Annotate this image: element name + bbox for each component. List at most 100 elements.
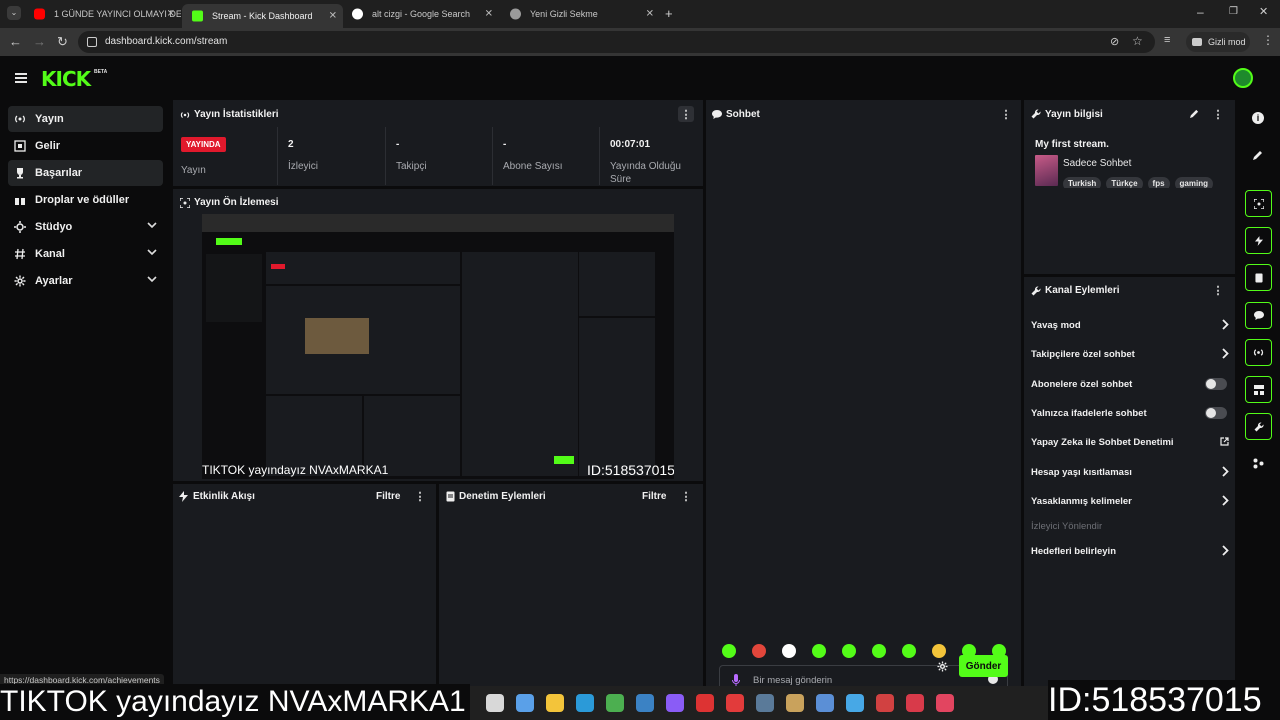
edit-pencil-icon[interactable] bbox=[1253, 150, 1263, 160]
stream-preview-video[interactable]: TIKTOK yayındayız NVAxMARKA1 ID:51853701… bbox=[202, 214, 674, 479]
rail-broadcast-button[interactable] bbox=[1245, 339, 1272, 366]
app-icon[interactable] bbox=[726, 694, 744, 712]
tag[interactable]: fps bbox=[1147, 177, 1170, 188]
rail-stream-info-button[interactable] bbox=[1245, 376, 1272, 403]
emote-icon[interactable] bbox=[752, 644, 766, 658]
steam-icon[interactable] bbox=[756, 694, 774, 712]
emote-icon[interactable] bbox=[932, 644, 946, 658]
sidebar-item-yayin[interactable]: Yayın bbox=[8, 106, 163, 132]
site-info-icon[interactable] bbox=[87, 37, 97, 47]
emote-icon[interactable] bbox=[842, 644, 856, 658]
send-button[interactable]: Gönder bbox=[959, 655, 1008, 677]
emote-icon[interactable] bbox=[722, 644, 736, 658]
chevron-down-icon[interactable] bbox=[147, 222, 157, 229]
sidebar-item-basarilar[interactable]: Başarılar bbox=[8, 160, 163, 186]
tab-google-search[interactable]: alt cizgi - Google Search ✕ bbox=[342, 3, 499, 25]
app-icon[interactable] bbox=[696, 694, 714, 712]
rail-moderation-button[interactable] bbox=[1245, 264, 1272, 291]
tab-close-icon[interactable]: ✕ bbox=[485, 9, 493, 20]
microphone-icon[interactable] bbox=[732, 674, 740, 686]
subscribers-only-toggle[interactable] bbox=[1205, 378, 1227, 390]
emote-only-toggle[interactable] bbox=[1205, 407, 1227, 419]
broadcast-icon bbox=[15, 115, 25, 123]
tab-kick-dashboard[interactable]: Stream - Kick Dashboard ✕ bbox=[182, 4, 343, 28]
more-options-icon[interactable]: ⋮ bbox=[1210, 106, 1226, 122]
app-icon[interactable] bbox=[816, 694, 834, 712]
emote-icon[interactable] bbox=[782, 644, 796, 658]
sidebar-item-droplar[interactable]: Droplar ve ödüller bbox=[8, 187, 163, 213]
kick-logo[interactable]: KICK bbox=[41, 67, 91, 91]
image-icon[interactable] bbox=[786, 694, 804, 712]
preview-icon bbox=[180, 198, 190, 208]
close-window-button[interactable]: ✕ bbox=[1259, 7, 1268, 18]
widgets-icon[interactable] bbox=[1253, 458, 1264, 469]
info-icon[interactable]: i bbox=[1252, 112, 1264, 124]
slow-mode-row[interactable]: Yavaş mod bbox=[1031, 314, 1229, 336]
file-explorer-icon[interactable] bbox=[546, 694, 564, 712]
chevron-down-icon[interactable] bbox=[147, 249, 157, 256]
reading-list-icon[interactable]: ≡ bbox=[1164, 35, 1170, 46]
reload-icon[interactable]: ↻ bbox=[57, 35, 68, 48]
weather-icon[interactable] bbox=[516, 694, 534, 712]
app-icon[interactable] bbox=[846, 694, 864, 712]
tab-close-icon[interactable]: ✕ bbox=[329, 11, 337, 22]
more-options-icon[interactable]: ⋮ bbox=[998, 106, 1014, 122]
more-options-icon[interactable]: ⋮ bbox=[1210, 282, 1226, 298]
banned-words-row[interactable]: Yasaklanmış kelimeler bbox=[1031, 490, 1229, 512]
emote-icon[interactable] bbox=[812, 644, 826, 658]
tab-search-icon[interactable]: ⌄ bbox=[7, 6, 21, 20]
more-options-icon[interactable]: ⋮ bbox=[678, 488, 694, 504]
emote-icon[interactable] bbox=[872, 644, 886, 658]
tag[interactable]: Turkish bbox=[1063, 177, 1102, 188]
uptime-stat: 00:07:01 Yayında Olduğu Süre bbox=[599, 127, 703, 185]
rail-preview-button[interactable] bbox=[1245, 190, 1272, 217]
account-age-row[interactable]: Hesap yaşı kısıtlaması bbox=[1031, 461, 1229, 483]
tab-close-icon[interactable]: ✕ bbox=[167, 9, 175, 20]
bookmark-star-icon[interactable]: ☆ bbox=[1132, 34, 1143, 48]
edge-icon[interactable] bbox=[576, 694, 594, 712]
more-options-icon[interactable]: ⋮ bbox=[678, 106, 694, 122]
app-icon[interactable] bbox=[876, 694, 894, 712]
rail-activity-button[interactable] bbox=[1245, 227, 1272, 254]
eye-off-icon[interactable]: ⊘ bbox=[1110, 35, 1119, 48]
back-arrow-icon[interactable]: ← bbox=[9, 35, 22, 48]
settings-icon[interactable] bbox=[486, 694, 504, 712]
sidebar-item-studyo[interactable]: Stüdyo bbox=[8, 214, 163, 240]
rail-channel-actions-button[interactable] bbox=[1245, 413, 1272, 440]
sidebar-item-kanal[interactable]: Kanal bbox=[8, 241, 163, 267]
sidebar-item-gelir[interactable]: Gelir bbox=[8, 133, 163, 159]
incognito-indicator[interactable]: Gizli mod bbox=[1186, 32, 1250, 52]
hamburger-menu-icon[interactable] bbox=[15, 73, 27, 83]
address-bar[interactable]: dashboard.kick.com/stream ⊘ ☆ bbox=[78, 31, 1155, 53]
preview-actions bbox=[579, 318, 655, 476]
app-icon[interactable] bbox=[936, 694, 954, 712]
moderation-filter-button[interactable]: Filtre bbox=[642, 491, 666, 502]
more-options-icon[interactable]: ⋮ bbox=[412, 488, 428, 504]
emote-icon[interactable] bbox=[902, 644, 916, 658]
activity-filter-button[interactable]: Filtre bbox=[376, 491, 400, 502]
minimize-button[interactable]: – bbox=[1197, 6, 1204, 18]
app-icon[interactable] bbox=[906, 694, 924, 712]
tag[interactable]: Türkçe bbox=[1106, 177, 1143, 188]
tab-incognito[interactable]: Yeni Gizli Sekme ✕ bbox=[500, 3, 660, 25]
tab-close-icon[interactable]: ✕ bbox=[646, 9, 654, 20]
edit-pencil-icon[interactable] bbox=[1190, 109, 1199, 118]
chevron-down-icon[interactable] bbox=[147, 276, 157, 283]
chat-settings-gear-icon[interactable] bbox=[937, 661, 948, 672]
browser-menu-icon[interactable]: ⋮ bbox=[1262, 34, 1274, 46]
tag[interactable]: gaming bbox=[1174, 177, 1213, 188]
app-icon[interactable] bbox=[666, 694, 684, 712]
tab-youtube[interactable]: 1 GÜNDE YAYINCI OLMAYI DENEDİM ✕ bbox=[24, 3, 181, 25]
new-tab-button[interactable]: + bbox=[665, 7, 673, 20]
user-avatar[interactable] bbox=[1233, 68, 1253, 88]
ai-moderation-row[interactable]: Yapay Zeka ile Sohbet Denetimi bbox=[1031, 431, 1229, 453]
set-goals-row[interactable]: Hedefleri belirleyin bbox=[1031, 540, 1229, 562]
restore-button[interactable]: ❐ bbox=[1229, 7, 1238, 17]
rail-chat-button[interactable] bbox=[1245, 302, 1272, 329]
sidebar-item-ayarlar[interactable]: Ayarlar bbox=[8, 268, 163, 294]
chrome-icon[interactable] bbox=[606, 694, 624, 712]
category-name[interactable]: Sadece Sohbet bbox=[1063, 158, 1131, 169]
mail-icon[interactable] bbox=[636, 694, 654, 712]
forward-arrow-icon[interactable]: → bbox=[33, 35, 46, 48]
followers-only-row[interactable]: Takipçilere özel sohbet bbox=[1031, 343, 1229, 365]
